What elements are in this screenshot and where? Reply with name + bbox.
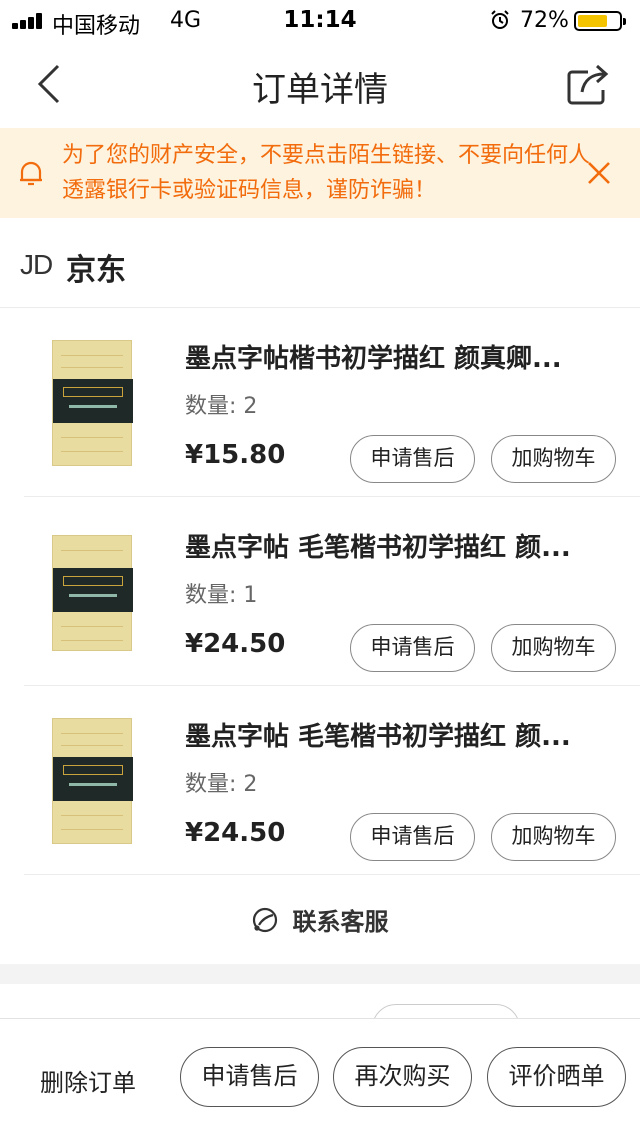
product-quantity: 数量: 1 xyxy=(185,583,258,608)
add-to-cart-button[interactable]: 加购物车 xyxy=(491,624,616,672)
product-title[interactable]: 墨点字帖 毛笔楷书初学描红 颜... xyxy=(185,716,605,753)
buy-again-button[interactable]: 再次购买 xyxy=(333,1047,472,1107)
product-image[interactable] xyxy=(52,535,133,651)
battery-percent: 72% xyxy=(520,8,569,33)
bottom-action-bar: 删除订单 申请售后 再次购买 评价晒单 xyxy=(0,1018,640,1136)
shop-name: 京东 xyxy=(66,253,126,288)
contact-service-button[interactable]: 联系客服 xyxy=(0,875,640,964)
product-price: ¥15.80 xyxy=(185,440,286,470)
customer-service-icon xyxy=(253,907,278,932)
notice-text: 为了您的财产安全，不要点击陌生链接、不要向任何人透露银行卡或验证码信息，谨防诈骗… xyxy=(62,143,591,203)
delete-order-button[interactable]: 删除订单 xyxy=(40,1063,136,1098)
alarm-icon xyxy=(491,10,509,29)
after-sale-button[interactable]: 申请售后 xyxy=(350,435,475,483)
contact-service-label: 联系客服 xyxy=(292,908,389,936)
close-icon[interactable] xyxy=(586,160,612,186)
after-sale-button[interactable]: 申请售后 xyxy=(350,813,475,861)
product-price: ¥24.50 xyxy=(185,629,286,659)
shop-header[interactable]: JD 京东 xyxy=(0,218,640,308)
order-item[interactable]: 墨点字帖 毛笔楷书初学描红 颜... 数量: 1 ¥24.50 申请售后 加购物… xyxy=(0,497,640,686)
product-image[interactable] xyxy=(52,718,133,844)
product-quantity: 数量: 2 xyxy=(185,772,258,797)
product-image[interactable] xyxy=(52,340,133,466)
security-notice: 为了您的财产安全，不要点击陌生链接、不要向任何人透露银行卡或验证码信息，谨防诈骗… xyxy=(0,128,640,218)
section-gap xyxy=(0,964,640,984)
battery-icon xyxy=(574,11,626,31)
bell-icon xyxy=(20,161,42,186)
order-item[interactable]: 墨点字帖楷书初学描红 颜真卿... 数量: 2 ¥15.80 申请售后 加购物车 xyxy=(0,308,640,497)
review-button[interactable]: 评价晒单 xyxy=(487,1047,626,1107)
share-icon[interactable] xyxy=(566,62,610,106)
product-title[interactable]: 墨点字帖 毛笔楷书初学描红 颜... xyxy=(185,527,605,564)
after-sale-button[interactable]: 申请售后 xyxy=(180,1047,319,1107)
product-quantity: 数量: 2 xyxy=(185,394,258,419)
after-sale-button[interactable]: 申请售后 xyxy=(350,624,475,672)
jd-logo: JD xyxy=(20,249,53,280)
next-card-peek xyxy=(0,984,640,1052)
battery-fill xyxy=(578,15,608,27)
add-to-cart-button[interactable]: 加购物车 xyxy=(491,435,616,483)
product-price: ¥24.50 xyxy=(185,818,286,848)
order-item[interactable]: 墨点字帖 毛笔楷书初学描红 颜... 数量: 2 ¥24.50 申请售后 加购物… xyxy=(0,686,640,875)
add-to-cart-button[interactable]: 加购物车 xyxy=(491,813,616,861)
nav-bar: 订单详情 xyxy=(0,40,640,128)
page-title: 订单详情 xyxy=(252,70,388,110)
status-bar: 中国移动 4G 11:14 72% xyxy=(0,0,640,40)
product-title[interactable]: 墨点字帖楷书初学描红 颜真卿... xyxy=(185,338,605,375)
